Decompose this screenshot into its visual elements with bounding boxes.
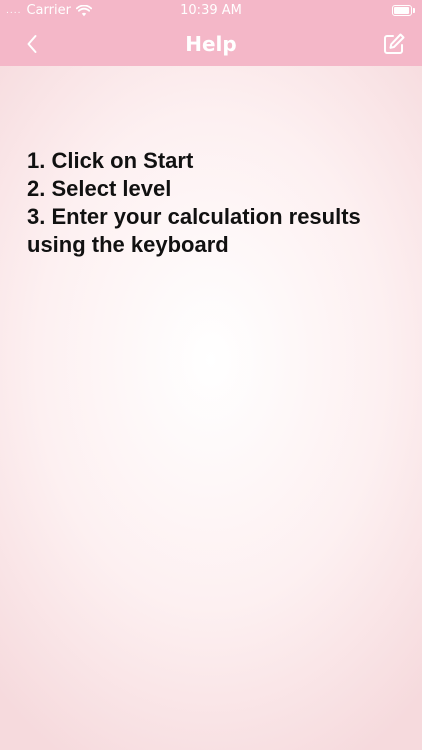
status-bar: .... Carrier 10:39 AM [0, 0, 422, 22]
status-time: 10:39 AM [180, 3, 242, 18]
header-bar: .... Carrier 10:39 AM Help [0, 0, 422, 66]
navigation-bar: Help [0, 22, 422, 66]
battery-icon [392, 5, 415, 16]
help-instructions: 1. Click on Start 2. Select level 3. Ent… [27, 147, 407, 259]
page-title: Help [185, 32, 237, 56]
battery-level [394, 7, 409, 14]
compose-icon [384, 33, 405, 54]
help-step-1: 1. Click on Start [27, 148, 194, 173]
battery-tip [413, 8, 415, 13]
help-step-3: 3. Enter your calculation results using … [27, 204, 361, 257]
help-step-2: 2. Select level [27, 176, 172, 201]
edit-button[interactable] [380, 30, 408, 58]
help-screen: .... Carrier 10:39 AM Help 1. Click on S… [0, 0, 422, 750]
